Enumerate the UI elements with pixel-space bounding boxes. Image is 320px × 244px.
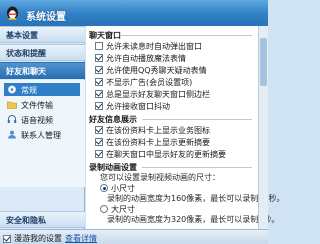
title-bar: 系统设置 (0, 0, 268, 26)
radio-small-size[interactable]: 小尺寸 (100, 183, 135, 193)
radio-label: 大尺寸 (111, 204, 135, 214)
checkbox[interactable] (95, 78, 103, 86)
option-window-shake[interactable]: 允许接收窗口抖动 (95, 101, 170, 111)
recording-prompt: 您可以设置录制视频动画的尺寸： (100, 173, 220, 182)
content-scrollbar[interactable] (258, 26, 268, 229)
option-update-summary[interactable]: 在该份资料卡上显示更新摘要 (95, 137, 210, 147)
category-status-reminder[interactable]: 状态和提醒 (0, 44, 85, 61)
option-label: 在该份资料卡上显示更新摘要 (106, 137, 210, 147)
checkbox[interactable] (95, 90, 103, 98)
checkbox[interactable] (95, 66, 103, 74)
checkbox[interactable] (95, 126, 103, 134)
checkbox[interactable] (95, 102, 103, 110)
roam-settings-option[interactable]: 漫游我的设置 查看详情 (3, 233, 97, 244)
option-label: 总是显示好友聊天窗口侧边栏 (106, 89, 210, 99)
headset-icon (7, 115, 17, 123)
settings-sidebar: 基本设置 状态和提醒 好友和聊天 常规 文件传输 语音视频 联系人管理 安全和隐… (0, 26, 85, 229)
sidebar-item-label: 文件传输 (21, 101, 53, 110)
window-title: 系统设置 (26, 12, 66, 23)
section-title-friend-info: 好友信息展示 (89, 115, 137, 124)
roam-settings-label: 漫游我的设置 (14, 234, 62, 243)
qq-penguin-icon (7, 6, 18, 20)
checkbox[interactable] (3, 234, 11, 243)
sidebar-item-file-transfer[interactable]: 文件传输 (4, 98, 80, 111)
option-label: 在聊天窗口中显示好友的更新摘要 (106, 149, 226, 159)
section-divider (120, 35, 252, 36)
section-title-chat-window: 聊天窗口 (89, 31, 121, 40)
checkbox[interactable] (95, 150, 103, 158)
checkbox[interactable] (95, 138, 103, 146)
gear-icon (8, 85, 16, 94)
scrollbar-thumb[interactable] (260, 38, 267, 86)
sidebar-item-label: 语音视频 (21, 116, 53, 125)
category-security-privacy[interactable]: 安全和隐私 (0, 211, 85, 228)
section-divider (142, 167, 252, 168)
option-hide-ads[interactable]: 不显示广告(会员设置项) (95, 77, 192, 87)
option-auto-popup[interactable]: 允许未读息时自动弹出窗口 (95, 41, 202, 51)
checkbox[interactable] (95, 54, 103, 62)
radio-label: 小尺寸 (111, 183, 135, 193)
option-label: 允许使用QQ秀聊天疑动表情 (106, 65, 207, 75)
sidebar-item-label: 联系人管理 (21, 131, 61, 140)
subcategory-list: 常规 文件传输 语音视频 联系人管理 (0, 80, 85, 187)
category-friends-chat[interactable]: 好友和聊天 (0, 62, 85, 79)
checkbox[interactable] (95, 42, 103, 50)
option-qq-show-emoticon[interactable]: 允许使用QQ秀聊天疑动表情 (95, 65, 207, 75)
option-label: 不显示广告(会员设置项) (106, 77, 193, 87)
option-chat-update-summary[interactable]: 在聊天窗口中显示好友的更新摘要 (95, 149, 226, 159)
option-label: 允许接收窗口抖动 (106, 101, 170, 111)
footer-bar: 漫游我的设置 查看详情 (0, 229, 268, 244)
section-divider (142, 119, 252, 120)
option-label: 在该份资料卡上显示业务图标 (106, 125, 210, 135)
option-label: 允许未读息时自动弹出窗口 (106, 41, 202, 51)
sidebar-item-label: 常规 (21, 86, 37, 95)
option-magic-emoticon[interactable]: 允许自动播放魔法表情 (95, 53, 186, 63)
contacts-icon (8, 130, 16, 139)
radio-button[interactable] (100, 184, 108, 192)
view-details-link[interactable]: 查看详情 (65, 233, 97, 244)
sidebar-item-contacts[interactable]: 联系人管理 (4, 128, 80, 141)
radio-description: 录制的动画宽度为320像素，最长可以录制5秒。 (107, 215, 280, 224)
radio-large-size[interactable]: 大尺寸 (100, 204, 135, 214)
folder-icon (7, 101, 17, 109)
sidebar-item-general[interactable]: 常规 (4, 83, 80, 96)
option-label: 允许自动播放魔法表情 (106, 53, 186, 63)
option-business-icons[interactable]: 在该份资料卡上显示业务图标 (95, 125, 210, 135)
category-basic-settings[interactable]: 基本设置 (0, 26, 85, 43)
sidebar-item-voice-video[interactable]: 语音视频 (4, 113, 80, 126)
radio-button[interactable] (100, 205, 108, 213)
option-show-sidebar[interactable]: 总是显示好友聊天窗口侧边栏 (95, 89, 210, 99)
